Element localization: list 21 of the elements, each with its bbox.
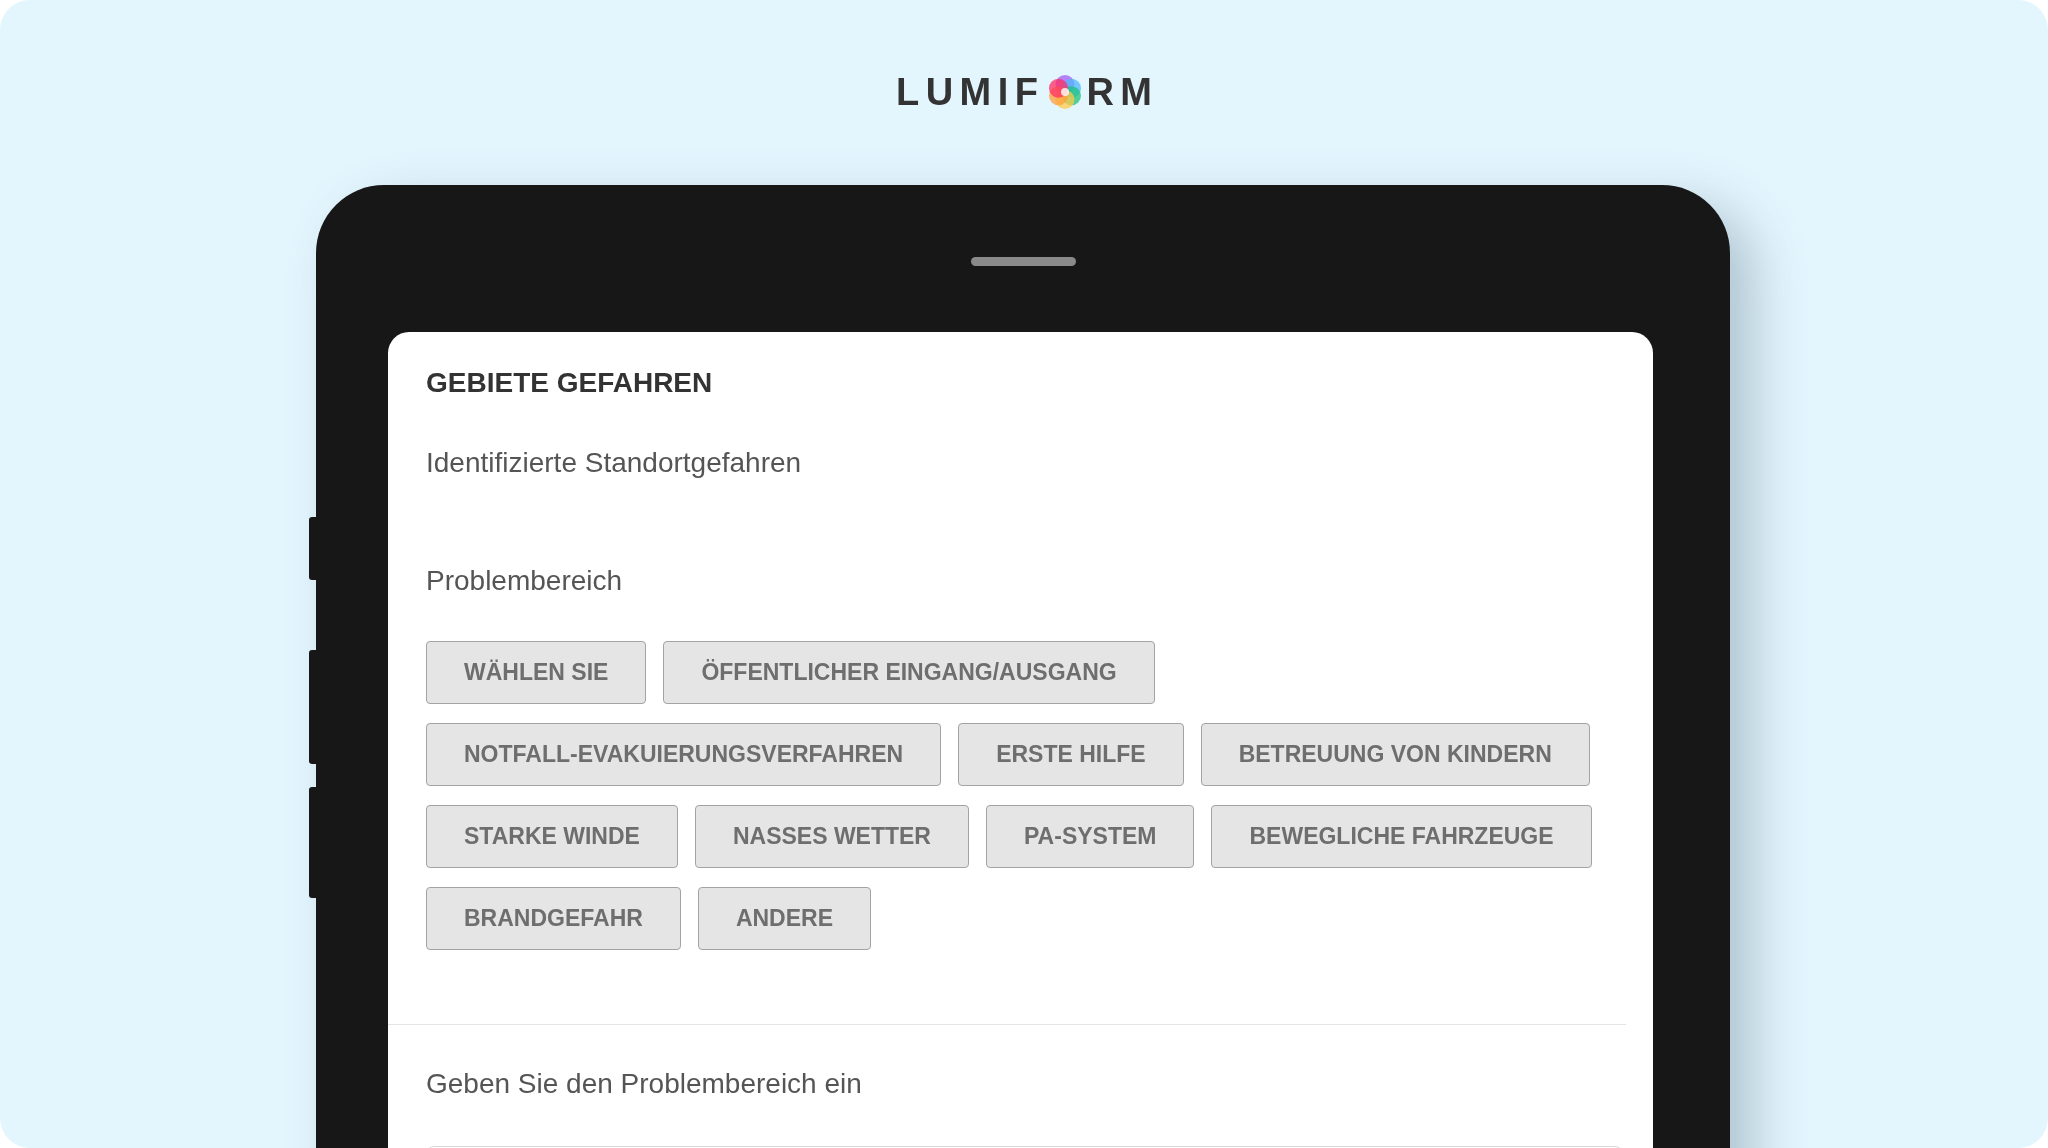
- side-button[interactable]: [309, 517, 316, 580]
- question-label: Geben Sie den Problembereich ein: [426, 1067, 862, 1101]
- choice-button[interactable]: NASSES WETTER: [694, 805, 969, 868]
- logo-text: RM: [1086, 73, 1159, 111]
- choice-button[interactable]: NOTFALL-EVAKUIERUNGSVERFAHREN: [426, 723, 942, 786]
- choice-button[interactable]: BEWEGLICHE FAHRZEUGE: [1211, 805, 1592, 868]
- choice-button[interactable]: BETREUUNG VON KINDERN: [1200, 723, 1590, 786]
- section-title: GEBIETE GEFAHREN: [426, 366, 713, 400]
- question-label: Problembereich: [426, 564, 623, 598]
- section-description: Identifizierte Standortgefahren: [426, 446, 802, 480]
- choice-button[interactable]: ANDERE: [697, 887, 871, 950]
- choice-button[interactable]: ÖFFENTLICHER EINGANG/AUSGANG: [663, 641, 1155, 704]
- choice-button[interactable]: BRANDGEFAHR: [426, 887, 681, 950]
- choice-button[interactable]: STARKE WINDE: [426, 805, 678, 868]
- side-button[interactable]: [309, 787, 316, 898]
- choice-button[interactable]: ERSTE HILFE: [958, 723, 1184, 786]
- side-button[interactable]: [309, 650, 316, 764]
- choice-button[interactable]: PA-SYSTEM: [986, 805, 1195, 868]
- flower-logo-icon: [1048, 75, 1083, 109]
- choice-button[interactable]: WÄHLEN SIE: [426, 641, 647, 704]
- logo-text: LUMIF: [896, 73, 1045, 111]
